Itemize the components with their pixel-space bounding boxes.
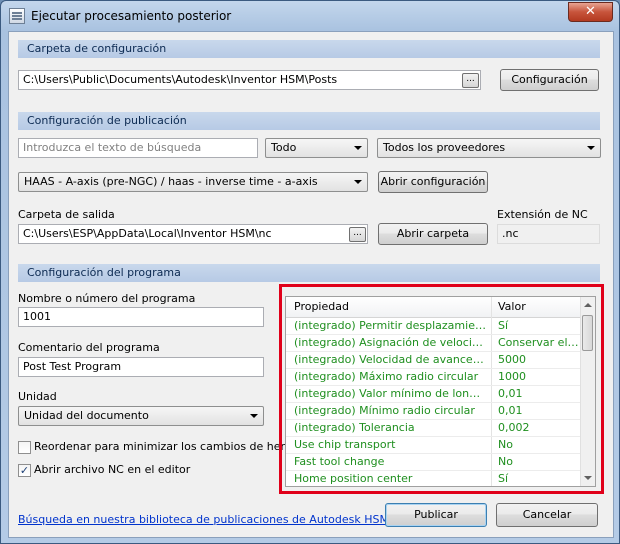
table-row[interactable]: (integrado) Asignación de velocidad de .… [286,334,583,352]
chevron-down-icon [354,146,362,150]
window-title: Ejecutar procesamiento posterior [31,9,232,23]
properties-scrollbar[interactable] [580,297,595,486]
table-row[interactable]: (integrado) Velocidad de avance alta 5000 [286,351,583,369]
unit-label: Unidad [18,390,57,403]
post-filter-select[interactable]: Todo [265,138,368,158]
scroll-up-icon[interactable] [584,303,592,307]
table-row[interactable]: Home position center Sí [286,470,583,486]
section-config-folder: Carpeta de configuración [18,40,600,58]
post-search-input[interactable]: Introduzca el texto de búsqueda [18,138,258,158]
app-icon [9,8,25,24]
configuration-button[interactable]: Configuración [500,69,599,91]
reorder-checkbox[interactable] [18,441,31,454]
property-name: (integrado) Mínimo radio circular [294,404,475,417]
program-name-label: Nombre o número del programa [18,292,196,305]
property-value[interactable]: 1000 [498,368,580,385]
chevron-down-icon [354,180,362,184]
check-icon: ✓ [19,464,30,477]
output-folder-input[interactable]: C:\Users\ESP\AppData\Local\Inventor HSM\… [18,224,368,244]
property-value[interactable]: 5000 [498,351,580,368]
section-publication: Configuración de publicación [18,112,600,130]
property-value[interactable]: 0,01 [498,385,580,402]
nc-extension-field: .nc [497,224,600,244]
table-row[interactable]: Fast tool change No [286,453,583,471]
property-value[interactable]: No [498,453,580,470]
property-value[interactable]: 0,01 [498,402,580,419]
table-row[interactable]: (integrado) Máximo radio circular 1000 [286,368,583,386]
post-filter-value: Todo [271,141,297,154]
unit-select[interactable]: Unidad del documento [18,406,264,426]
output-folder-label: Carpeta de salida [18,208,115,221]
vendor-select[interactable]: Todos los proveedores [377,138,601,158]
properties-grid[interactable]: Propiedad Valor (integrado) Permitir des… [285,296,596,487]
close-icon: ✕ [585,4,596,19]
library-search-link[interactable]: Búsqueda en nuestra biblioteca de public… [18,513,389,526]
table-row[interactable]: (integrado) Mínimo radio circular 0,01 [286,402,583,420]
search-placeholder: Introduzca el texto de búsqueda [23,141,202,154]
property-name: (integrado) Máximo radio circular [294,370,479,383]
chevron-down-icon [250,414,258,418]
config-folder-browse-button[interactable]: ... [462,73,479,88]
output-folder-browse-button[interactable]: ... [349,227,366,242]
program-name-input[interactable]: 1001 [18,307,264,327]
unit-value: Unidad del documento [24,409,149,422]
column-header-value[interactable]: Valor [498,300,526,313]
vendor-value: Todos los proveedores [383,141,506,154]
open-configuration-button[interactable]: Abrir configuración [378,171,488,193]
open-nc-label: Abrir archivo NC en el editor [34,463,191,476]
property-value[interactable]: Sí [498,470,580,486]
cancel-button[interactable]: Cancelar [496,503,598,527]
property-name: Fast tool change [294,455,385,468]
open-nc-checkbox[interactable]: ✓ [18,464,31,477]
property-name: (integrado) Asignación de velocidad de .… [294,336,487,349]
post-processor-select[interactable]: HAAS - A-axis (pre-NGC) / haas - inverse… [18,172,368,192]
title-bar[interactable]: Ejecutar procesamiento posterior ✕ [1,1,619,31]
property-name: (integrado) Velocidad de avance alta [294,353,487,366]
dialog-window: Ejecutar procesamiento posterior ✕ Carpe… [0,0,620,544]
config-folder-input[interactable]: C:\Users\Public\Documents\Autodesk\Inven… [18,70,481,90]
publish-button[interactable]: Publicar [385,503,487,527]
program-comment-input[interactable]: Post Test Program [18,357,264,377]
property-name: (integrado) Valor mínimo de longitud de … [294,387,487,400]
property-value[interactable]: 0,002 [498,419,580,436]
scroll-thumb[interactable] [582,315,593,351]
dialog-client: Carpeta de configuración C:\Users\Public… [8,31,614,538]
grid-header: Propiedad Valor [286,297,583,318]
program-comment-label: Comentario del programa [18,341,160,354]
close-button[interactable]: ✕ [568,2,613,22]
property-name: (integrado) Tolerancia [294,421,415,434]
table-row[interactable]: (integrado) Permitir desplazamientos he.… [286,317,583,335]
open-folder-button[interactable]: Abrir carpeta [378,223,488,245]
property-value[interactable]: Conservar el ... [498,334,580,351]
table-row[interactable]: Use chip transport No [286,436,583,454]
property-name: (integrado) Permitir desplazamientos he.… [294,319,487,332]
column-header-property[interactable]: Propiedad [294,300,349,313]
post-processor-value: HAAS - A-axis (pre-NGC) / haas - inverse… [24,175,318,188]
property-value[interactable]: No [498,436,580,453]
property-name: Use chip transport [294,438,396,451]
property-value[interactable]: Sí [498,317,580,334]
table-row[interactable]: (integrado) Valor mínimo de longitud de … [286,385,583,403]
chevron-down-icon [587,146,595,150]
table-row[interactable]: (integrado) Tolerancia 0,002 [286,419,583,437]
nc-extension-label: Extensión de NC [497,208,588,221]
reorder-label: Reordenar para minimizar los cambios de … [34,440,310,453]
property-name: Home position center [294,472,413,485]
scroll-down-icon[interactable] [584,476,592,480]
section-program: Configuración del programa [18,264,600,282]
